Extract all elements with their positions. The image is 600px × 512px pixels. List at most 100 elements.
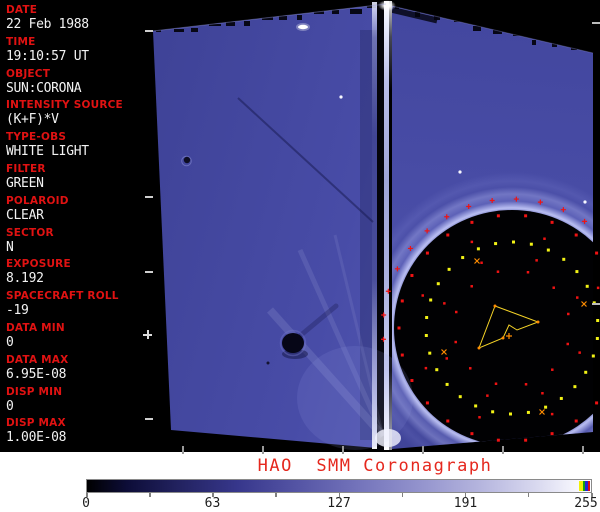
metadata-label-spacecraft-roll: SPACECRAFT ROLL — [6, 290, 119, 303]
frame-tick-bottom — [262, 446, 264, 454]
metadata-value-exposure: 8.192 — [6, 271, 44, 287]
metadata-value-filter: GREEN — [6, 175, 44, 191]
metadata-entry-date: DATE 22 Feb 1988 — [6, 4, 150, 36]
coronagraph-display — [150, 0, 600, 452]
frame-tick-left — [145, 271, 153, 273]
dropout-dash — [173, 28, 184, 33]
dropout-dash — [551, 43, 557, 48]
image-title: HAO SMM Coronagraph — [257, 456, 493, 476]
metadata-value-type-obs: WHITE LIGHT — [6, 144, 89, 160]
metadata-value-disp-min: 0 — [6, 398, 14, 414]
colorbar-tick — [275, 493, 277, 497]
dropout-dash — [314, 11, 325, 14]
dropout-dash — [453, 19, 461, 23]
frame-plus-mark — [147, 330, 149, 339]
dropout-dash — [226, 22, 236, 26]
metadata-entry-filter: FILTER GREEN — [6, 163, 150, 195]
metadata-entry-intensity-source: INTENSITY SOURCE (K+F)*V — [6, 99, 150, 131]
metadata-value-date: 22 Feb 1988 — [6, 17, 89, 32]
metadata-entry-exposure: EXPOSURE 8.192 — [6, 258, 150, 290]
dropout-dash — [332, 10, 339, 14]
metadata-value-sector: N — [6, 239, 14, 255]
metadata-label-disp-max: DISP MAX — [6, 417, 66, 430]
colorbar-tick — [401, 493, 404, 497]
colorbar-tick-label: 255 — [574, 496, 598, 511]
frame-tick-bottom — [182, 446, 184, 454]
frame-tick-bottom — [582, 446, 584, 454]
dropout-dash — [191, 27, 199, 33]
dropout-dash — [208, 23, 221, 27]
metadata-label-polaroid: POLAROID — [6, 194, 69, 207]
colorbar-tick-label: 0 — [82, 496, 90, 511]
metadata-label-time: TIME — [6, 35, 36, 48]
colorbar-annotation-stripes — [579, 481, 590, 491]
dropout-band — [392, 7, 438, 24]
metadata-label-object: OBJECT — [6, 67, 51, 80]
metadata-entry-type-obs: TYPE-OBS WHITE LIGHT — [6, 131, 150, 163]
fiducial-dot — [524, 438, 528, 442]
colorbar-tick-label: 191 — [453, 496, 478, 511]
dropout-dash — [512, 33, 523, 37]
pylon-left-edge-glow — [372, 2, 377, 449]
metadata-entry-data-max: DATA MAX 6.95E-08 — [6, 354, 150, 386]
metadata-label-date: DATE — [6, 4, 38, 16]
screen: DATE 22 Feb 1988 TIME 19:10:57 UT OBJECT SUN:… — [0, 0, 600, 512]
intensity-colorbar — [86, 479, 592, 493]
metadata-label-exposure: EXPOSURE — [6, 258, 71, 271]
metadata-entry-polaroid: POLAROID CLEAR — [6, 195, 150, 227]
dropout-dash — [571, 46, 578, 50]
pylon-top-flare — [378, 0, 396, 11]
metadata-label-sector: SECTOR — [6, 226, 54, 239]
metadata-entry-time: TIME 19:10:57 UT — [6, 36, 150, 68]
dropout-dash — [473, 26, 482, 32]
colorbar-tick-label: 127 — [327, 496, 351, 511]
metadata-value-disp-max: 1.00E-08 — [6, 430, 67, 446]
fiducial-dot — [595, 251, 599, 255]
fiducial-dot — [595, 336, 599, 340]
metadata-label-data-min: DATA MIN — [6, 321, 65, 334]
colorbar-tick-label: 63 — [204, 496, 221, 511]
frame-tick-right — [592, 303, 600, 305]
dropout-dash — [261, 17, 273, 20]
metadata-panel: DATE 22 Feb 1988 TIME 19:10:57 UT OBJECT SUN:… — [0, 0, 150, 452]
pylon-halo — [389, 1, 392, 450]
metadata-entry-object: OBJECT SUN:CORONA — [6, 68, 150, 100]
dropout-dash — [349, 9, 362, 14]
fiducial-dot — [595, 401, 599, 405]
metadata-value-spacecraft-roll: -19 — [6, 303, 29, 319]
metadata-label-data-max: DATA MAX — [6, 353, 69, 366]
metadata-value-data-max: 6.95E-08 — [6, 366, 67, 382]
dropout-dash — [244, 21, 250, 26]
metadata-label-filter: FILTER — [6, 162, 46, 175]
fiducial-dot — [596, 319, 600, 323]
metadata-entry-disp-max: DISP MAX 1.00E-08 — [6, 417, 150, 449]
metadata-entry-data-min: DATA MIN 0 — [6, 322, 150, 354]
metadata-label-intensity-source: INTENSITY SOURCE — [6, 99, 123, 112]
metadata-value-object: SUN:CORONA — [6, 80, 82, 96]
metadata-value-time: 19:10:57 UT — [6, 48, 89, 64]
frame-tick-right — [592, 22, 600, 24]
frame-tick-bottom — [342, 446, 344, 454]
metadata-value-polaroid: CLEAR — [6, 207, 44, 223]
pylon-shadow — [377, 2, 384, 450]
colorbar-tick — [149, 493, 151, 497]
colorbar-tick — [527, 493, 530, 497]
metadata-entry-sector: SECTOR N — [6, 227, 150, 259]
dropout-dash — [493, 29, 502, 34]
metadata-label-type-obs: TYPE-OBS — [6, 131, 67, 144]
dropout-dash — [532, 39, 537, 45]
dropout-dash — [296, 15, 302, 20]
fiducial-dot — [596, 286, 600, 290]
dropout-dash — [279, 16, 288, 20]
metadata-label-disp-min: DISP MIN — [6, 385, 63, 398]
frame-tick-bottom — [422, 446, 424, 454]
frame-tick-left — [145, 418, 153, 420]
metadata-entry-disp-min: DISP MIN 0 — [6, 386, 150, 418]
metadata-value-data-min: 0 — [6, 334, 14, 350]
colorbar-stripe-red — [587, 481, 590, 491]
frame-tick-left — [145, 196, 153, 198]
metadata-value-intensity-source: (K+F)*V — [6, 112, 59, 128]
metadata-entry-spacecraft-roll: SPACECRAFT ROLL -19 — [6, 290, 150, 322]
frame-tick-left — [145, 30, 153, 32]
frame-tick-bottom — [502, 446, 504, 454]
